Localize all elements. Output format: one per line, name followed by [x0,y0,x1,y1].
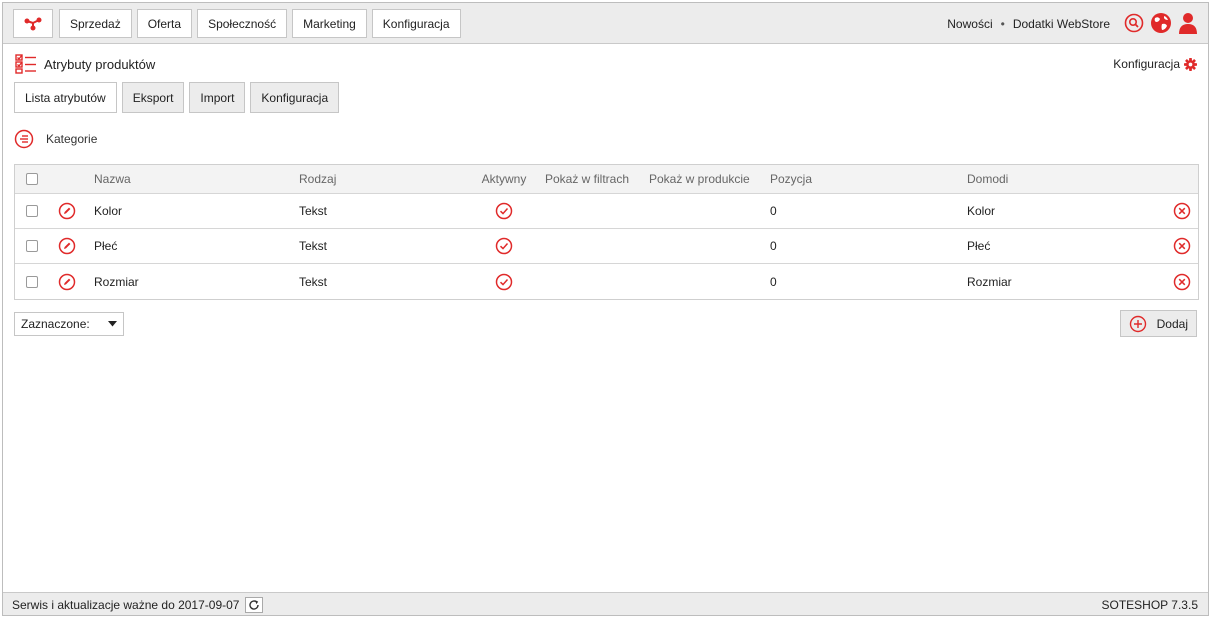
row-position: 0 [770,204,777,218]
link-separator: • [1000,17,1005,31]
top-navigation-bar: Sprzedaż Oferta Społeczność Marketing Ko… [3,3,1208,44]
page-tabs: Lista atrybutów Eksport Import Konfigura… [14,82,340,113]
refresh-button[interactable] [245,597,264,613]
table-header: Nazwa Rodzaj Aktywny Pokaż w filtrach Po… [15,165,1198,194]
row-checkbox[interactable] [26,240,38,252]
header-type[interactable]: Rodzaj [299,165,336,193]
version-label: SOTESHOP 7.3.5 [1101,598,1199,612]
select-all-cell [26,165,38,193]
app-window: Sprzedaż Oferta Społeczność Marketing Ko… [2,2,1209,616]
select-all-checkbox[interactable] [26,173,38,185]
pencil-circle-icon[interactable] [58,237,76,255]
tab-konfiguracja[interactable]: Konfiguracja [250,82,340,113]
menu-item-spolecznosc[interactable]: Społeczność [197,9,288,38]
news-link[interactable]: Nowości [947,17,992,31]
selected-actions-dropdown[interactable]: Zaznaczone: [14,312,124,336]
refresh-icon [249,600,260,610]
row-type: Tekst [299,239,328,253]
page-header: Atrybuty produktów [15,54,155,74]
pencil-circle-icon[interactable] [58,273,76,291]
page-title: Atrybuty produktów [44,56,156,72]
row-checkbox[interactable] [26,205,38,217]
checklist-icon [15,54,36,74]
header-active[interactable]: Aktywny [481,165,527,193]
x-circle-icon[interactable] [1173,273,1191,291]
add-button[interactable]: Dodaj [1119,310,1197,337]
share-nodes-icon [24,17,42,30]
service-validity-text: Serwis i aktualizacje ważne do 2017-09-0… [12,598,240,612]
logo-button[interactable] [13,9,53,38]
service-info: Serwis i aktualizacje ważne do 2017-09-0… [12,597,264,613]
row-domodi: Kolor [967,204,996,218]
table-row: Rozmiar Tekst 0 Rozmiar [15,264,1198,299]
user-icon[interactable] [1178,12,1198,34]
row-checkbox[interactable] [26,275,38,288]
status-footer: Serwis i aktualizacje ważne do 2017-09-0… [3,592,1208,615]
menu-item-sprzedaz[interactable]: Sprzedaż [59,9,132,38]
header-name[interactable]: Nazwa [94,165,131,193]
row-name: Kolor [94,204,123,218]
delete-cell [1173,194,1191,228]
main-menu: Sprzedaż Oferta Społeczność Marketing Ko… [59,9,461,38]
gear-icon [1184,57,1197,71]
row-domodi: Rozmiar [967,274,1012,289]
tab-lista-atrybutow[interactable]: Lista atrybutów [14,82,117,113]
categories-toggle[interactable]: Kategorie [14,129,97,149]
tab-eksport[interactable]: Eksport [121,82,185,113]
top-links: Nowości • Dodatki WebStore [947,17,1110,31]
header-position[interactable]: Pozycja [770,165,812,193]
row-active [481,229,527,263]
header-show-in-filters[interactable]: Pokaż w filtrach [545,165,629,193]
menu-item-marketing[interactable]: Marketing [292,9,367,38]
tab-import[interactable]: Import [189,82,246,113]
check-circle-icon[interactable] [495,237,513,255]
selected-actions-label: Zaznaczone: [21,317,90,331]
row-type: Tekst [299,204,328,218]
menu-item-oferta[interactable]: Oferta [136,9,193,38]
pencil-circle-icon[interactable] [58,202,76,220]
table-row: Płeć Tekst 0 Płeć [15,229,1198,264]
row-position: 0 [770,239,777,253]
row-select-cell [26,194,38,228]
delete-cell [1173,264,1191,299]
search-icon[interactable] [1124,13,1144,33]
row-type: Tekst [299,274,328,289]
row-select-cell [26,264,38,299]
row-active [481,264,527,299]
list-circle-icon [14,129,34,149]
edit-cell [58,229,76,263]
configuration-link[interactable]: Konfiguracja [1113,57,1197,71]
row-domodi: Płeć [967,239,991,253]
edit-cell [58,194,76,228]
webstore-addons-link[interactable]: Dodatki WebStore [1013,17,1110,31]
header-show-in-product[interactable]: Pokaż w produkcie [649,165,750,193]
row-position: 0 [770,274,777,289]
table-row: Kolor Tekst 0 Kolor [15,194,1198,229]
configuration-link-label: Konfiguracja [1113,57,1180,71]
categories-label: Kategorie [46,132,98,146]
x-circle-icon[interactable] [1173,202,1191,220]
x-circle-icon[interactable] [1173,237,1191,255]
delete-cell [1173,229,1191,263]
caret-down-icon [108,321,117,327]
row-name: Rozmiar [94,274,139,289]
top-icons [1124,12,1198,34]
check-circle-icon[interactable] [495,273,513,291]
row-active [481,194,527,228]
menu-item-konfiguracja[interactable]: Konfiguracja [371,9,461,38]
row-name: Płeć [94,239,118,253]
globe-icon[interactable] [1150,12,1172,34]
header-domodi[interactable]: Domodi [967,165,1008,193]
edit-cell [58,264,76,299]
attributes-table: Nazwa Rodzaj Aktywny Pokaż w filtrach Po… [14,164,1199,300]
plus-circle-icon [1129,315,1146,332]
row-select-cell [26,229,38,263]
check-circle-icon[interactable] [495,202,513,220]
add-button-label: Dodaj [1156,316,1188,331]
